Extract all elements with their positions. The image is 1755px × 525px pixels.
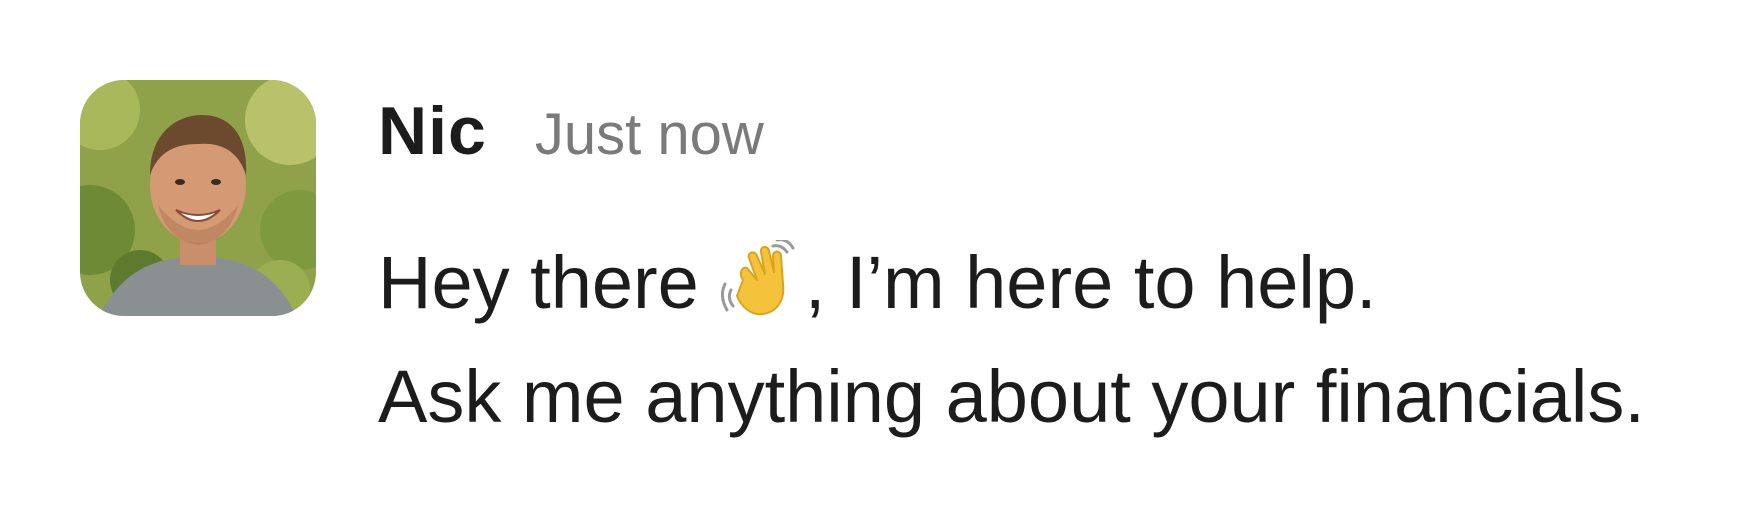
message-line-1: Hey there , I’m here to help. [378, 230, 1715, 320]
message-line-2: Ask me anything about your financials. [378, 355, 1645, 438]
message-header: Nic Just now [378, 92, 1715, 192]
avatar-photo-icon [80, 80, 316, 316]
chat-message: Nic Just now Hey there , I’m here to hel… [0, 0, 1755, 525]
waving-hand-icon [720, 238, 799, 318]
avatar[interactable] [80, 80, 316, 316]
message-timestamp[interactable]: Just now [535, 101, 764, 168]
message-text-part: Hey there [378, 241, 699, 324]
message-text-part: , I’m here to help. [804, 241, 1377, 324]
author-name[interactable]: Nic [378, 92, 487, 170]
message-content: Nic Just now Hey there , I’m here to hel… [378, 92, 1715, 434]
